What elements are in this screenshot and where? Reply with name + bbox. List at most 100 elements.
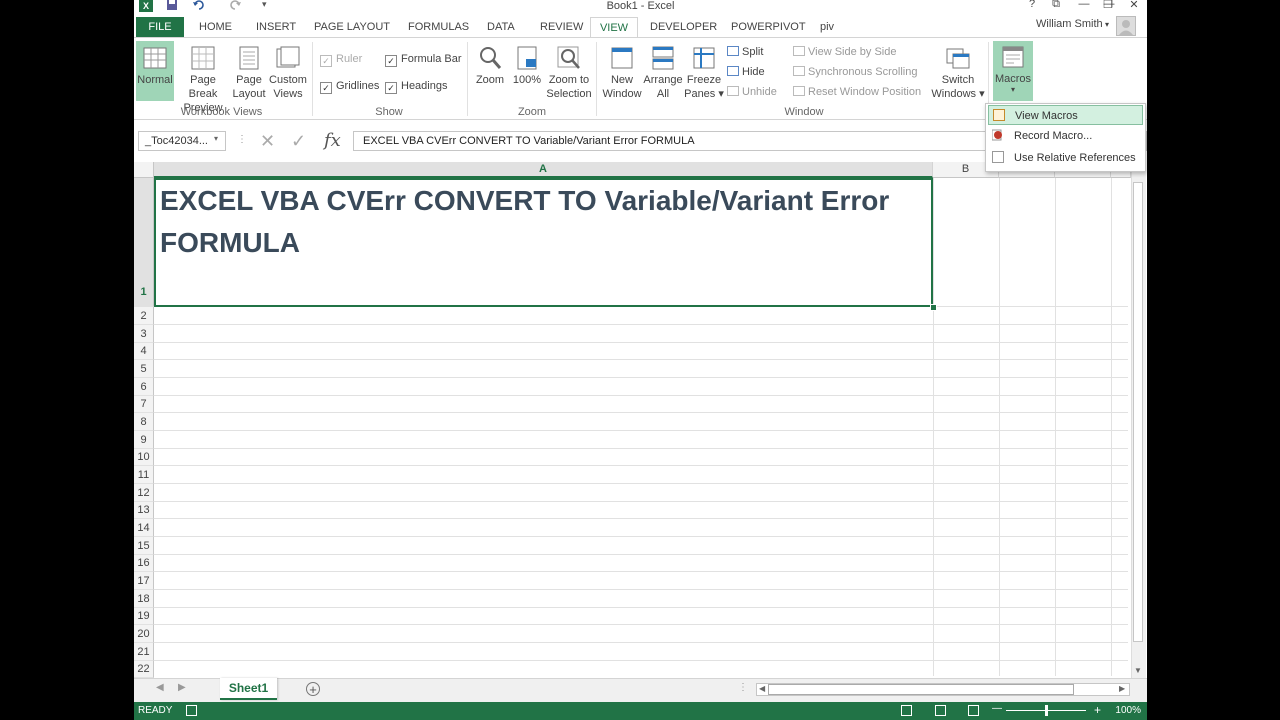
cancel-icon[interactable]: ✕: [260, 131, 275, 151]
row-header[interactable]: 9: [134, 431, 154, 449]
zoom-slider-thumb[interactable]: [1045, 705, 1048, 716]
synchronous-scrolling-button[interactable]: Synchronous Scrolling: [793, 65, 917, 79]
normal-view-button[interactable]: Normal: [136, 41, 174, 101]
row-header[interactable]: 5: [134, 360, 154, 378]
zoom-100-button[interactable]: 100%: [510, 45, 544, 87]
custom-views-button[interactable]: Custom Views: [268, 45, 308, 101]
row-header[interactable]: 17: [134, 572, 154, 590]
row-header[interactable]: 12: [134, 484, 154, 502]
tab-home[interactable]: HOME: [191, 17, 240, 38]
zoom-to-selection-button[interactable]: Zoom to Selection: [546, 45, 592, 101]
user-chevron-down-icon[interactable]: ▾: [1105, 20, 1109, 29]
row-header[interactable]: 4: [134, 343, 154, 360]
scroll-down-icon[interactable]: ▼: [1134, 666, 1142, 675]
row-header[interactable]: 22: [134, 661, 154, 678]
group-label-zoom: Zoom: [517, 106, 547, 118]
zoom-button[interactable]: Zoom: [472, 45, 508, 87]
unhide-button[interactable]: Unhide: [727, 85, 777, 99]
switch-windows-button[interactable]: Switch Windows ▾: [930, 45, 986, 101]
tab-file[interactable]: FILE: [136, 17, 184, 38]
row-header[interactable]: 3: [134, 325, 154, 343]
custom-views-icon: [276, 46, 300, 68]
sheet-prev-icon[interactable]: ◀: [156, 682, 164, 693]
fill-handle[interactable]: [930, 304, 937, 311]
enter-icon[interactable]: ✓: [291, 131, 306, 151]
horizontal-scroll-thumb[interactable]: [768, 684, 1074, 695]
ribbon-separator: [312, 42, 313, 116]
row-header[interactable]: 10: [134, 449, 154, 466]
name-box[interactable]: _Toc42034...: [138, 131, 226, 151]
tab-piv[interactable]: piv: [812, 17, 842, 38]
window-title: Book1 - Excel: [606, 0, 675, 12]
page-break-status-icon[interactable]: [968, 705, 979, 716]
page-layout-status-icon[interactable]: [935, 705, 946, 716]
row-header[interactable]: 13: [134, 502, 154, 519]
sheet-tab-sheet1[interactable]: Sheet1: [220, 678, 277, 700]
menu-item-relative-references[interactable]: Use Relative References: [988, 148, 1143, 168]
column-header-a[interactable]: A: [154, 162, 933, 178]
row-header[interactable]: 15: [134, 537, 154, 555]
freeze-panes-button[interactable]: Freeze Panes ▾: [684, 45, 724, 101]
ribbon-display-button[interactable]: ⧉: [1046, 0, 1066, 11]
tab-insert[interactable]: INSERT: [248, 17, 304, 38]
gridlines-check-icon: ✓: [320, 82, 332, 94]
view-side-by-side-button[interactable]: View Side by Side: [793, 45, 896, 59]
reset-window-position-button[interactable]: Reset Window Position: [793, 85, 921, 99]
scroll-left-icon[interactable]: ◀: [759, 684, 765, 693]
scroll-right-icon[interactable]: ▶: [1119, 684, 1125, 693]
unhide-icon: [727, 86, 739, 96]
tab-developer[interactable]: DEVELOPER: [642, 17, 725, 38]
tab-powerpivot[interactable]: POWERPIVOT: [723, 17, 814, 38]
new-window-button[interactable]: New Window: [600, 45, 644, 101]
zoom-out-icon[interactable]: —: [992, 703, 1002, 714]
add-sheet-icon[interactable]: +: [306, 682, 320, 696]
macro-record-status-icon[interactable]: [186, 705, 197, 716]
row-header[interactable]: 7: [134, 396, 154, 413]
name-box-chevron-down-icon[interactable]: ▾: [214, 134, 218, 143]
row-header[interactable]: 18: [134, 590, 154, 608]
help-button[interactable]: ?: [1022, 0, 1042, 10]
close-button[interactable]: ✕: [1124, 0, 1144, 11]
normal-view-status-icon[interactable]: [901, 705, 912, 716]
page-layout-button[interactable]: Page Layout: [232, 45, 266, 101]
tab-review[interactable]: REVIEW: [532, 17, 591, 38]
insert-function-icon[interactable]: fx: [324, 130, 341, 151]
zoom-in-icon[interactable]: +: [1094, 703, 1101, 717]
row-header[interactable]: 14: [134, 519, 154, 537]
formula-bar-checkbox[interactable]: ✓ Formula Bar: [385, 52, 462, 67]
tab-page-layout[interactable]: PAGE LAYOUT: [306, 17, 398, 38]
ruler-checkbox[interactable]: ✓ Ruler: [320, 52, 362, 67]
macros-button[interactable]: Macros ▾: [993, 41, 1033, 101]
sheet-next-icon[interactable]: ▶: [178, 682, 186, 693]
split-button[interactable]: Split: [727, 45, 763, 59]
row-header[interactable]: 8: [134, 413, 154, 431]
select-all-corner[interactable]: [134, 162, 154, 178]
row-header[interactable]: 2: [134, 307, 154, 325]
row-header-1[interactable]: 1: [134, 178, 154, 307]
menu-item-record-macro[interactable]: Record Macro...: [988, 126, 1143, 146]
row-header[interactable]: 16: [134, 555, 154, 572]
gridlines-checkbox[interactable]: ✓ Gridlines: [320, 79, 379, 94]
headings-checkbox[interactable]: ✓ Headings: [385, 79, 447, 94]
arrange-all-button[interactable]: Arrange All: [642, 45, 684, 101]
menu-item-view-macros[interactable]: View Macros: [988, 105, 1143, 125]
ribbon-separator: [596, 42, 597, 116]
row-header[interactable]: 11: [134, 466, 154, 484]
macros-chevron-down-icon: ▾: [1010, 85, 1015, 94]
tab-data[interactable]: DATA: [479, 17, 523, 38]
tab-view[interactable]: VIEW: [590, 17, 638, 38]
zoom-level[interactable]: 100%: [1115, 702, 1141, 720]
gridline: [154, 536, 1128, 537]
minimize-dash-button[interactable]: —: [1074, 0, 1094, 10]
row-header[interactable]: 20: [134, 625, 154, 643]
avatar[interactable]: [1116, 16, 1136, 36]
row-header[interactable]: 19: [134, 608, 154, 625]
user-name[interactable]: William Smith: [1036, 18, 1103, 30]
restore-button[interactable]: ❐: [1098, 0, 1118, 11]
tab-formulas[interactable]: FORMULAS: [400, 17, 477, 38]
vertical-scroll-thumb[interactable]: [1133, 182, 1143, 642]
hide-button[interactable]: Hide: [727, 65, 765, 79]
page-break-preview-button[interactable]: Page Break Preview: [176, 45, 230, 115]
row-header[interactable]: 21: [134, 643, 154, 661]
row-header[interactable]: 6: [134, 378, 154, 396]
